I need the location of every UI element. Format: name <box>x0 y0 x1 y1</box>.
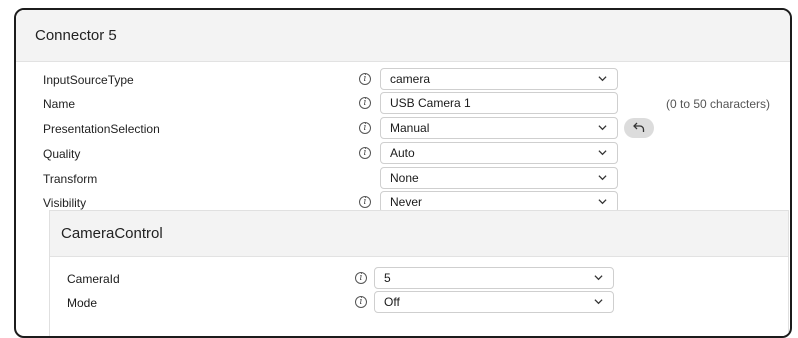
info-icon[interactable]: i <box>355 296 367 308</box>
mode-label: Mode <box>67 296 98 310</box>
row-quality: Quality i Auto <box>16 142 790 166</box>
input-source-type-value: camera <box>390 72 431 86</box>
visibility-value: Never <box>390 195 423 209</box>
revert-button[interactable] <box>624 118 654 138</box>
connector-panel: Connector 5 InputSourceType i camera Nam… <box>14 8 792 338</box>
mode-value: Off <box>384 295 400 309</box>
chevron-down-icon <box>594 275 603 281</box>
input-source-type-label: InputSourceType <box>43 73 134 87</box>
name-value: USB Camera 1 <box>390 96 471 110</box>
info-icon[interactable]: i <box>359 97 371 109</box>
name-label: Name <box>43 97 76 111</box>
panel-title: Connector 5 <box>16 10 790 62</box>
quality-select[interactable]: Auto <box>380 142 618 164</box>
camera-control-title: CameraControl <box>50 211 788 257</box>
chevron-down-icon <box>598 125 607 131</box>
input-source-type-select[interactable]: camera <box>380 68 618 90</box>
chevron-down-icon <box>598 76 607 82</box>
row-presentation-selection: PresentationSelection i Manual <box>16 117 790 141</box>
camera-id-value: 5 <box>384 271 391 285</box>
row-name: Name i USB Camera 1 (0 to 50 characters) <box>16 92 790 116</box>
row-camera-id: CameraId i 5 <box>50 267 788 291</box>
camera-id-label: CameraId <box>67 272 120 286</box>
info-icon[interactable]: i <box>359 73 371 85</box>
row-transform: Transform None <box>16 167 790 191</box>
quality-label: Quality <box>43 147 81 161</box>
presentation-selection-label: PresentationSelection <box>43 122 160 136</box>
row-input-source-type: InputSourceType i camera <box>16 68 790 92</box>
chevron-down-icon <box>598 150 607 156</box>
info-icon[interactable]: i <box>355 272 367 284</box>
presentation-selection-value: Manual <box>390 121 430 135</box>
camera-id-select[interactable]: 5 <box>374 267 614 289</box>
mode-select[interactable]: Off <box>374 291 614 313</box>
undo-icon <box>633 122 645 132</box>
name-input[interactable]: USB Camera 1 <box>380 92 618 114</box>
chevron-down-icon <box>594 299 603 305</box>
presentation-selection-select[interactable]: Manual <box>380 117 618 139</box>
visibility-label: Visibility <box>43 196 87 210</box>
info-icon[interactable]: i <box>359 196 371 208</box>
chevron-down-icon <box>598 199 607 205</box>
transform-label: Transform <box>43 172 98 186</box>
quality-value: Auto <box>390 146 415 160</box>
transform-select[interactable]: None <box>380 167 618 189</box>
camera-control-panel: CameraControl CameraId i 5 Mode i Off <box>49 210 789 336</box>
row-mode: Mode i Off <box>50 291 788 315</box>
info-icon[interactable]: i <box>359 147 371 159</box>
name-length-hint: (0 to 50 characters) <box>666 97 771 111</box>
transform-value: None <box>390 171 419 185</box>
chevron-down-icon <box>598 175 607 181</box>
info-icon[interactable]: i <box>359 122 371 134</box>
